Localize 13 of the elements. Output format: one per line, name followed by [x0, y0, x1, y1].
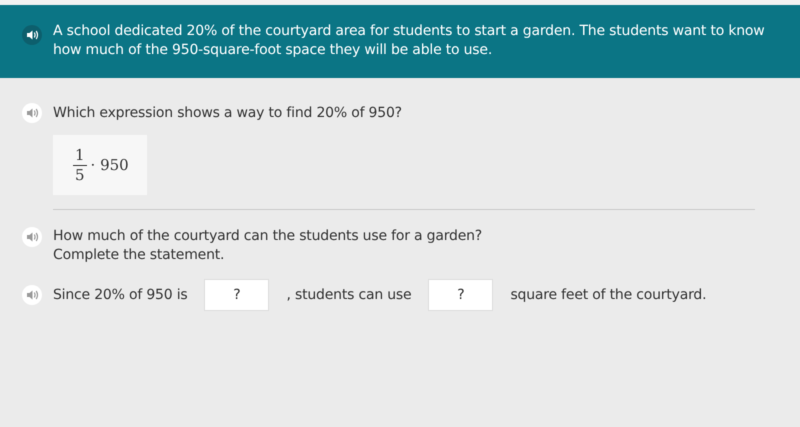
fraction-denominator: 5 — [75, 166, 85, 184]
question-text: Complete the statement. — [53, 246, 226, 265]
question-text: How much of the courtyard can the students use for a garden? — [53, 227, 482, 246]
fraction-numerator: 1 — [73, 146, 87, 166]
statement-text: square feet of the courtyard. — [510, 286, 706, 304]
answer-box[interactable]: ? — [204, 279, 270, 311]
prompt-text: A school dedicated 20% of the courtyard area for students to start a garden. The students want to know how much of the 950-square-foot space they will be able to use. — [53, 22, 766, 60]
expression-text: · 950 — [90, 156, 129, 174]
statement-text: Since 20% of 950 is — [53, 286, 188, 304]
speaker-icon[interactable] — [22, 25, 42, 45]
answer-box[interactable]: ? — [428, 279, 494, 311]
statement-text: , students can use — [286, 286, 412, 304]
question-text: Which expression shows a way to find 20% of 950? — [53, 104, 402, 122]
